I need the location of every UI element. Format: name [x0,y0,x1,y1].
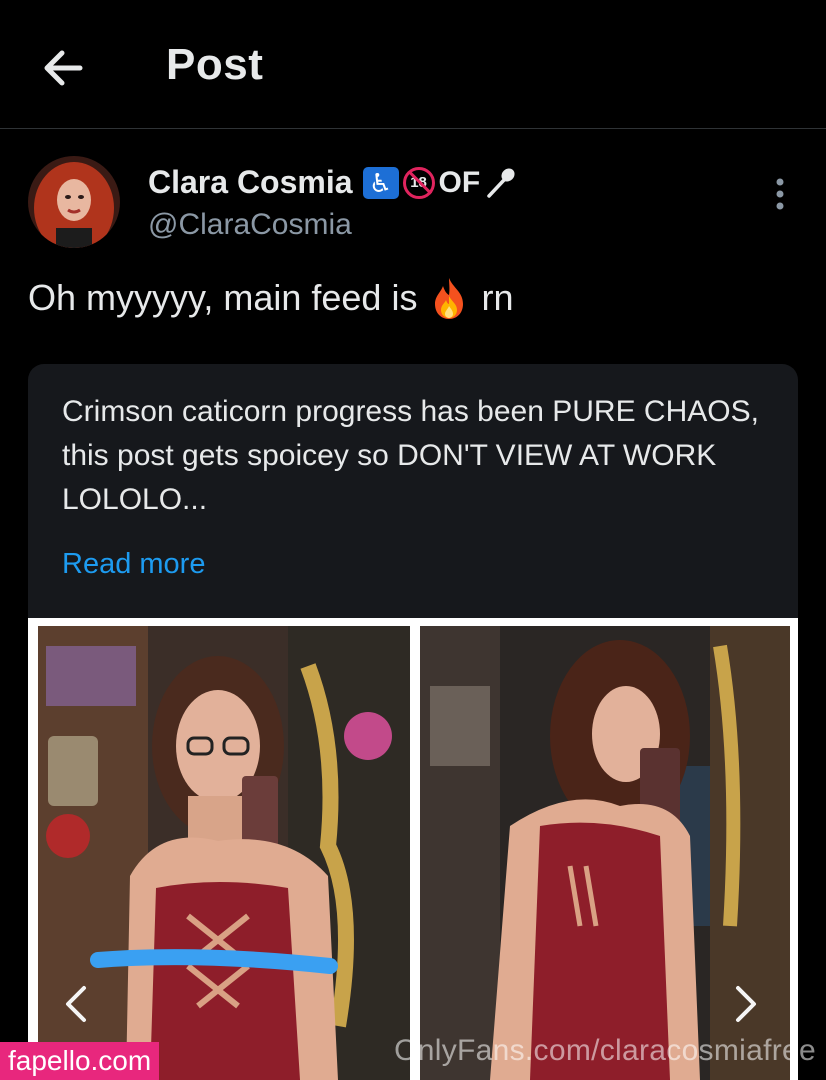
avatar[interactable] [28,156,120,248]
author-name-row: Clara Cosmia ♿ 18 OF [148,164,518,201]
more-vertical-icon [776,178,784,210]
author-display-name[interactable]: Clara Cosmia [148,164,353,201]
page-title: Post [166,40,264,89]
author-badge-text: OF [438,165,481,199]
carousel-prev-button[interactable] [56,980,96,1028]
author-handle[interactable]: @ClaraCosmia [148,208,352,242]
onlyfans-watermark: OnlyFans.com/claracosmiafree [394,1034,816,1067]
spoon-icon [487,167,515,198]
top-bar: Post [0,0,826,129]
no-under-18-icon: 18 [402,166,435,199]
post-header: Clara Cosmia ♿ 18 OF @ClaraCosmia [0,140,826,260]
read-more-link[interactable]: Read more [62,548,205,581]
chevron-right-icon [736,986,756,1022]
embedded-post-card[interactable]: Crimson caticorn progress has been PURE … [28,364,798,1080]
embed-text: Crimson caticorn progress has been PURE … [62,395,759,516]
back-button[interactable] [36,40,92,96]
site-watermark: fapello.com [0,1042,160,1080]
more-options-button[interactable] [762,174,798,214]
media-carousel[interactable] [28,618,798,1080]
carousel-next-button[interactable] [726,980,766,1028]
accessibility-icon: ♿ [362,166,399,199]
post-text-suffix: rn [481,277,514,318]
fire-emoji-icon [435,278,464,319]
post-text-main: Oh myyyyy, main feed is [28,277,418,318]
back-arrow-icon [44,50,83,86]
chevron-left-icon [66,986,86,1022]
post-text: Oh myyyyy, main feed is rn [28,276,513,320]
